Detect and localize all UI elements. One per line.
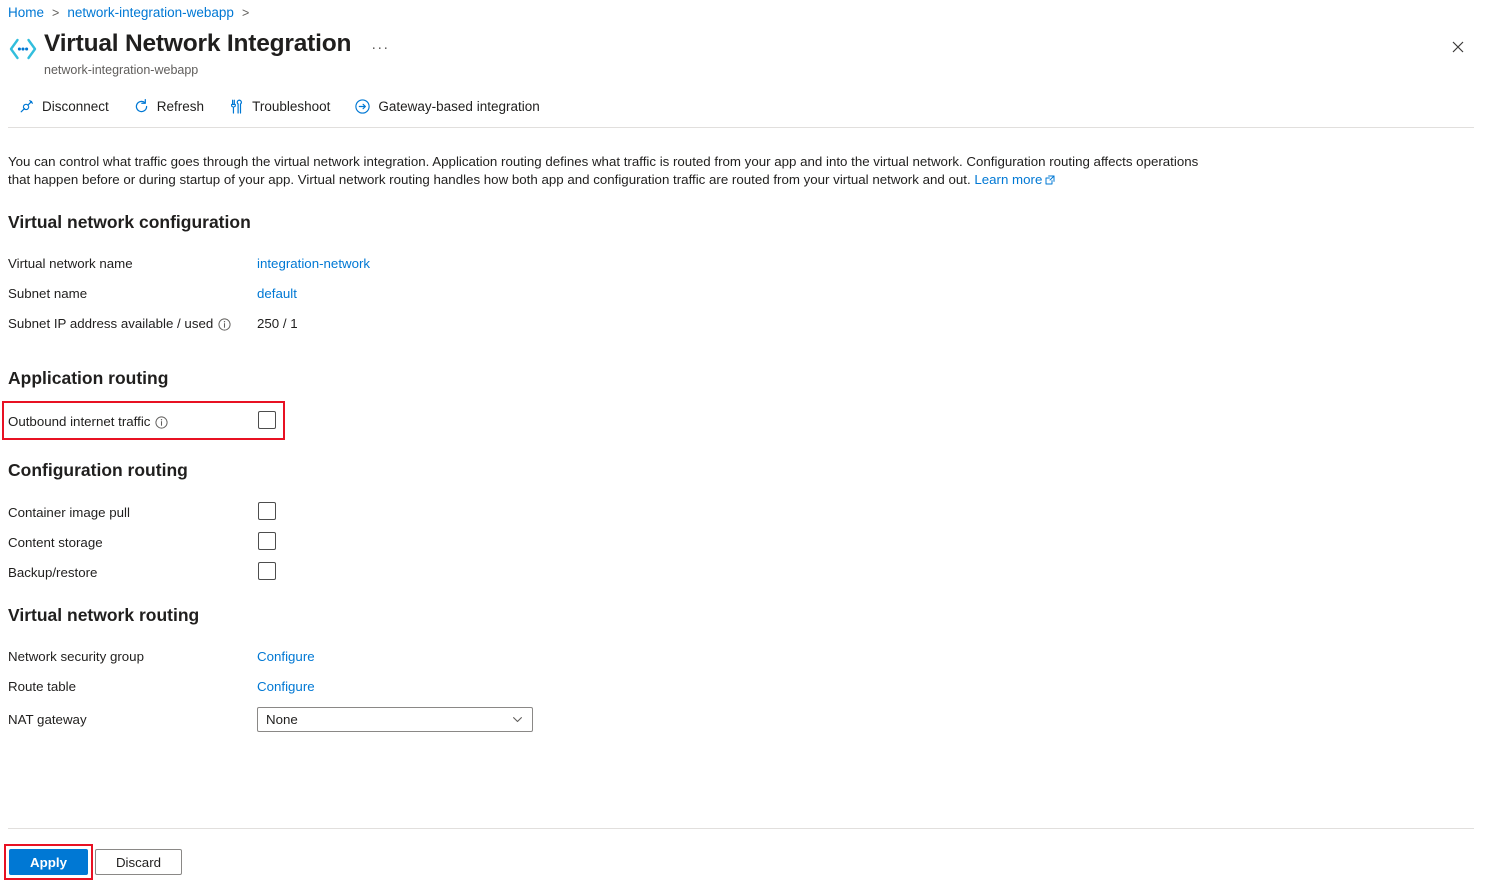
toolbar-divider (8, 127, 1474, 128)
checkbox-container-image-pull[interactable] (258, 502, 276, 520)
section-heading-configuration-routing: Configuration routing (8, 458, 188, 482)
apply-button[interactable]: Apply (9, 849, 88, 875)
breadcrumb-item-home[interactable]: Home (8, 3, 44, 23)
configure-link-route-table[interactable]: Configure (257, 678, 315, 696)
section-heading-application-routing: Application routing (8, 366, 168, 390)
toolbar-label-refresh: Refresh (157, 99, 204, 114)
close-button[interactable] (1444, 33, 1472, 61)
label-text: Content storage (8, 534, 103, 552)
field-label-network-security-group: Network security group (8, 648, 144, 666)
info-icon[interactable] (218, 318, 231, 331)
field-label-content-storage: Content storage (8, 534, 103, 552)
breadcrumb-separator-1: > (52, 3, 59, 23)
checkbox-backup-restore[interactable] (258, 562, 276, 580)
refresh-icon (133, 98, 150, 115)
breadcrumb-separator-2: > (242, 3, 249, 23)
discard-button[interactable]: Discard (95, 849, 182, 875)
field-label-subnet-name: Subnet name (8, 285, 87, 303)
nat-gateway-select[interactable]: None (257, 707, 533, 732)
toolbar-button-disconnect[interactable]: Disconnect (14, 95, 119, 118)
label-text: Outbound internet traffic (8, 413, 150, 431)
virtual-network-integration-blade: Home > network-integration-webapp > Virt… (0, 0, 1488, 883)
label-text: Virtual network name (8, 255, 133, 273)
field-label-nat-gateway: NAT gateway (8, 711, 87, 729)
breadcrumb-item-webapp[interactable]: network-integration-webapp (67, 3, 234, 23)
checkbox-outbound-internet-traffic[interactable] (258, 411, 276, 429)
vnet-integration-icon (8, 34, 38, 64)
label-text: Subnet name (8, 285, 87, 303)
page-title: Virtual Network Integration (44, 28, 351, 60)
toolbar-label-disconnect: Disconnect (42, 99, 109, 114)
external-link-icon (1045, 172, 1055, 190)
label-text: Network security group (8, 648, 144, 666)
label-text: Subnet IP address available / used (8, 315, 213, 333)
field-value-virtual-network-name[interactable]: integration-network (257, 255, 370, 273)
checkbox-content-storage[interactable] (258, 532, 276, 550)
learn-more-link[interactable]: Learn more (974, 172, 1042, 187)
field-label-backup-restore: Backup/restore (8, 564, 97, 582)
more-options-button[interactable]: ··· (367, 39, 393, 57)
toolbar-button-refresh[interactable]: Refresh (129, 95, 214, 118)
field-label-route-table: Route table (8, 678, 76, 696)
section-heading-vnet-routing: Virtual network routing (8, 603, 199, 627)
field-value-subnet-ip-available-used: 250 / 1 (257, 315, 298, 333)
breadcrumb: Home > network-integration-webapp > (8, 3, 257, 23)
troubleshoot-tools-icon (228, 98, 245, 115)
chevron-down-icon (511, 713, 524, 726)
close-icon (1452, 41, 1464, 53)
toolbar-button-gateway-based-integration[interactable]: Gateway-based integration (350, 95, 549, 118)
info-icon[interactable] (155, 416, 168, 429)
field-label-subnet-ip-available-used: Subnet IP address available / used (8, 315, 231, 333)
nat-gateway-selected-value: None (266, 712, 298, 727)
label-text: NAT gateway (8, 711, 87, 729)
disconnect-plug-icon (18, 98, 35, 115)
arrow-right-circle-icon (354, 98, 371, 115)
page-header: Virtual Network Integration ··· network-… (8, 28, 393, 79)
section-heading-vnet-configuration: Virtual network configuration (8, 210, 251, 234)
toolbar-label-gateway-based-integration: Gateway-based integration (378, 99, 539, 114)
toolbar-label-troubleshoot: Troubleshoot (252, 99, 330, 114)
field-value-subnet-name[interactable]: default (257, 285, 297, 303)
label-text: Route table (8, 678, 76, 696)
command-bar: Disconnect Refresh Troubl (14, 95, 560, 118)
footer-divider (8, 828, 1474, 829)
field-label-container-image-pull: Container image pull (8, 504, 130, 522)
label-text: Container image pull (8, 504, 130, 522)
page-subtitle: network-integration-webapp (44, 61, 393, 79)
label-text: Backup/restore (8, 564, 97, 582)
field-label-virtual-network-name: Virtual network name (8, 255, 133, 273)
toolbar-button-troubleshoot[interactable]: Troubleshoot (224, 95, 340, 118)
description-text: You can control what traffic goes throug… (8, 153, 1208, 190)
field-label-outbound-internet-traffic: Outbound internet traffic (8, 413, 168, 431)
configure-link-network-security-group[interactable]: Configure (257, 648, 315, 666)
